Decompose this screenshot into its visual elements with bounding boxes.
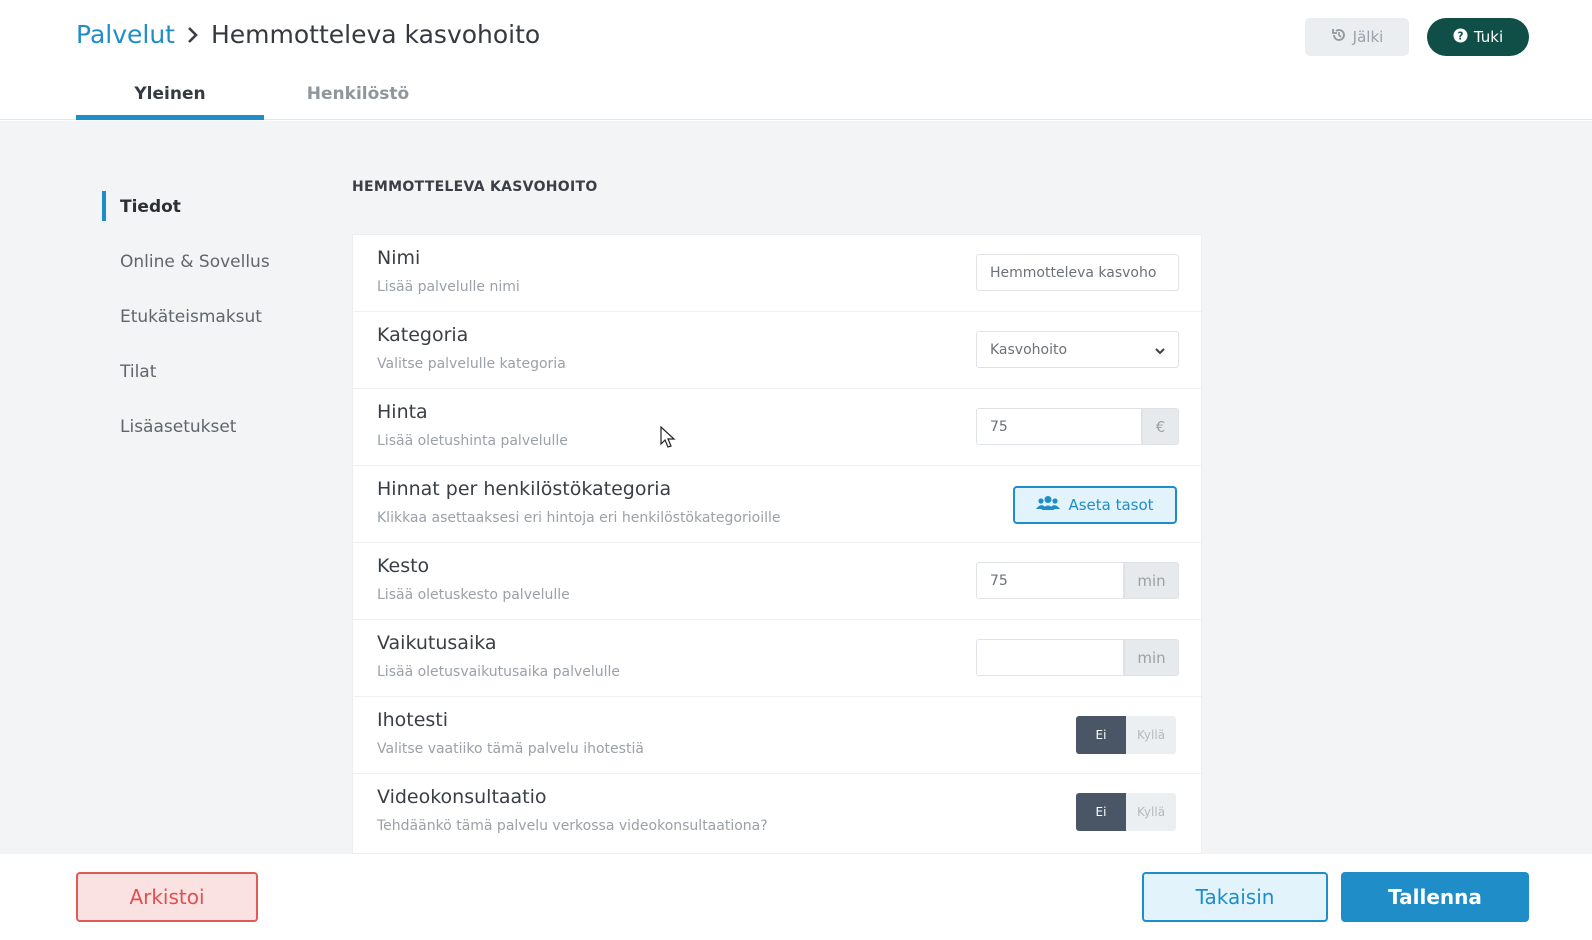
field-subtitle: Lisää oletusvaikutusaika palvelulle [377,664,621,680]
price-unit: € [1142,408,1179,445]
effect-time-input[interactable] [976,639,1124,676]
section-title: HEMMOTTELEVA KASVOHOITO [352,179,598,195]
set-levels-button[interactable]: Aseta tasot [1013,486,1177,524]
field-title: Ihotesti [377,709,449,731]
users-icon [1036,495,1061,515]
section-nav-item-etukateismaksut[interactable]: Etukäteismaksut [102,289,270,344]
support-button[interactable]: ? Tuki [1427,18,1529,56]
section-nav-item-tiedot[interactable]: Tiedot [102,179,270,234]
field-subtitle: Lisää oletuskesto palvelulle [377,587,570,603]
form-row-duration: Kesto Lisää oletuskesto palvelulle 75 mi… [353,543,1201,620]
field-title: Hinnat per henkilöstökategoria [377,478,672,500]
breadcrumb: Palvelut Hemmotteleva kasvohoito [76,20,540,49]
section-nav-item-online[interactable]: Online & Sovellus [102,234,270,289]
mouse-cursor-icon [660,425,676,454]
page-footer: Arkistoi Takaisin Tallenna [0,854,1592,940]
section-nav-item-lisaasetukset[interactable]: Lisäasetukset [102,399,270,454]
video-yes-option[interactable]: Kyllä [1126,793,1176,831]
form-row-category: Kategoria Valitse palvelulle kategoria K… [353,312,1201,389]
form-row-skin-test: Ihotesti Valitse vaatiiko tämä palvelu i… [353,697,1201,774]
question-circle-icon: ? [1453,27,1468,47]
svg-text:?: ? [1457,30,1463,42]
duration-unit: min [1124,562,1179,599]
skin-test-no-option[interactable]: Ei [1076,716,1126,754]
section-nav-item-tilat[interactable]: Tilat [102,344,270,399]
category-select[interactable]: Kasvohoito [976,331,1179,368]
breadcrumb-link-palvelut[interactable]: Palvelut [76,20,175,49]
history-button[interactable]: Jälki [1305,18,1409,56]
chevron-down-icon [1154,344,1166,360]
field-subtitle: Valitse palvelulle kategoria [377,356,566,372]
video-no-option[interactable]: Ei [1076,793,1126,831]
tab-yleinen[interactable]: Yleinen [76,78,264,120]
field-subtitle: Tehdäänkö tämä palvelu verkossa videokon… [377,818,768,834]
field-subtitle: Valitse vaatiiko tämä palvelu ihotestiä [377,741,644,757]
section-nav: Tiedot Online & Sovellus Etukäteismaksut… [102,179,270,454]
tab-bar: Yleinen Henkilöstö [76,78,452,120]
tab-henkilosto[interactable]: Henkilöstö [264,78,452,120]
effect-time-unit: min [1124,639,1179,676]
video-toggle: Ei Kyllä [1076,793,1176,831]
field-title: Vaikutusaika [377,632,497,654]
archive-button[interactable]: Arkistoi [76,872,258,922]
field-title: Nimi [377,247,421,269]
field-subtitle: Lisää palvelulle nimi [377,279,520,295]
service-form-card: Nimi Lisää palvelulle nimi Hemmotteleva … [352,234,1202,854]
field-title: Kategoria [377,324,469,346]
main-content: Tiedot Online & Sovellus Etukäteismaksut… [0,121,1592,854]
form-row-staff-prices: Hinnat per henkilöstökategoria Klikkaa a… [353,466,1201,543]
skin-test-toggle: Ei Kyllä [1076,716,1176,754]
field-title: Kesto [377,555,430,577]
duration-input[interactable]: 75 [976,562,1124,599]
history-icon [1331,27,1347,47]
page-title: Hemmotteleva kasvohoito [211,20,541,49]
skin-test-yes-option[interactable]: Kyllä [1126,716,1176,754]
field-title: Videokonsultaatio [377,786,547,808]
support-button-label: Tuki [1473,28,1504,46]
field-title: Hinta [377,401,428,423]
chevron-right-icon [187,26,199,44]
history-button-label: Jälki [1352,28,1384,46]
field-subtitle: Lisää oletushinta palvelulle [377,433,568,449]
save-button[interactable]: Tallenna [1341,872,1529,922]
form-row-video: Videokonsultaatio Tehdäänkö tämä palvelu… [353,774,1201,851]
page-header: Palvelut Hemmotteleva kasvohoito Jälki ?… [0,0,1592,120]
set-levels-button-label: Aseta tasot [1068,496,1154,514]
field-subtitle: Klikkaa asettaaksesi eri hintoja eri hen… [377,510,781,526]
back-button[interactable]: Takaisin [1142,872,1328,922]
form-row-name: Nimi Lisää palvelulle nimi Hemmotteleva … [353,235,1201,312]
name-input[interactable]: Hemmotteleva kasvoho [976,254,1179,291]
form-row-effect-time: Vaikutusaika Lisää oletusvaikutusaika pa… [353,620,1201,697]
form-row-price: Hinta Lisää oletushinta palvelulle 75 € [353,389,1201,466]
category-select-value: Kasvohoito [990,341,1068,358]
price-input[interactable]: 75 [976,408,1142,445]
